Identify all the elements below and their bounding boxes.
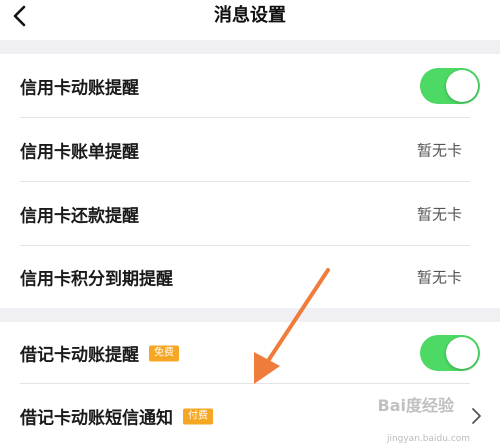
row-label: 信用卡还款提醒 xyxy=(20,206,139,227)
watermark-url: jingyan.baidu.com xyxy=(386,434,470,444)
navigation-bar: 消息设置 xyxy=(0,0,500,40)
toggle-knob xyxy=(446,70,478,102)
paid-badge: 付费 xyxy=(183,408,213,425)
row-label: 信用卡动账提醒 xyxy=(20,78,139,99)
row-label: 信用卡积分到期提醒 xyxy=(20,269,173,290)
section-gap xyxy=(0,308,500,322)
debit-transaction-toggle[interactable] xyxy=(420,335,480,371)
row-value: 暂无卡 xyxy=(416,141,462,160)
setting-row-credit-transaction-alert[interactable]: 信用卡动账提醒 xyxy=(0,54,500,118)
row-label: 信用卡账单提醒 xyxy=(20,142,139,163)
row-label: 借记卡动账短信通知 付费 xyxy=(20,404,213,429)
watermark-logo: Bai度经验 xyxy=(377,396,454,415)
credit-transaction-toggle[interactable] xyxy=(420,68,480,104)
row-value: 暂无卡 xyxy=(416,205,462,224)
setting-row-credit-repayment-alert[interactable]: 信用卡还款提醒 暂无卡 xyxy=(0,182,500,246)
toggle-knob xyxy=(446,337,478,369)
setting-row-debit-transaction-alert[interactable]: 借记卡动账提醒 免费 xyxy=(0,322,500,384)
chevron-right-icon xyxy=(472,408,481,424)
row-label-text: 借记卡动账短信通知 xyxy=(20,408,173,429)
row-label: 借记卡动账提醒 免费 xyxy=(20,341,179,366)
row-label-text: 借记卡动账提醒 xyxy=(20,345,139,366)
setting-row-credit-bill-alert[interactable]: 信用卡账单提醒 暂无卡 xyxy=(0,118,500,182)
row-value: 暂无卡 xyxy=(416,268,462,287)
section-gap xyxy=(0,40,500,54)
page-title: 消息设置 xyxy=(214,5,286,26)
free-badge: 免费 xyxy=(149,345,179,362)
setting-row-credit-points-expiry-alert[interactable]: 信用卡积分到期提醒 暂无卡 xyxy=(0,246,500,308)
